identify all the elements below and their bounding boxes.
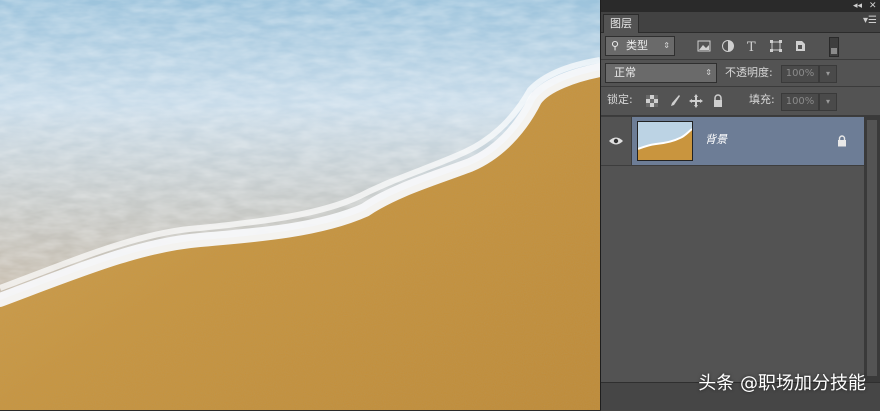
fill-label: 填充:	[749, 93, 775, 106]
lock-label: 锁定:	[607, 93, 633, 106]
filter-kind-label: 类型	[626, 39, 648, 52]
layer-thumbnail[interactable]	[637, 121, 693, 161]
watermark-text: 头条 @职场加分技能	[698, 373, 866, 394]
layers-panel: ◂◂ ✕ 图层 ▾☰ ⚲ 类型 ⇕ T 正常 ⇕ 不透明度: 100% ▾ 锁定…	[600, 0, 880, 411]
panel-tab-bar: 图层 ▾☰	[601, 12, 880, 33]
fill-field[interactable]: 100%	[781, 93, 819, 111]
chevron-updown-icon: ⇕	[705, 68, 712, 77]
filter-row: ⚲ 类型 ⇕ T	[601, 33, 880, 60]
opacity-dropdown-arrow[interactable]: ▾	[819, 65, 837, 83]
image-filter-icon[interactable]	[697, 39, 711, 53]
lock-transparent-pixels-icon[interactable]	[645, 94, 659, 108]
chevron-updown-icon: ⇕	[663, 41, 670, 50]
layer-visibility-toggle[interactable]	[601, 117, 632, 165]
collapse-icon[interactable]: ◂◂	[853, 0, 862, 12]
close-icon[interactable]: ✕	[869, 0, 877, 12]
panel-menu-icon[interactable]: ▾☰	[863, 16, 877, 26]
svg-text:T: T	[747, 40, 756, 53]
panel-title-strip: ◂◂ ✕	[601, 0, 880, 12]
layers-scrollbar[interactable]	[864, 116, 880, 382]
smart-object-filter-icon[interactable]	[793, 39, 807, 53]
lock-position-icon[interactable]	[689, 94, 703, 108]
layer-row-background[interactable]: 背景	[601, 116, 865, 166]
blend-row: 正常 ⇕ 不透明度: 100% ▾	[601, 60, 880, 87]
photo-canvas[interactable]	[0, 0, 600, 410]
layer-name[interactable]: 背景	[705, 131, 727, 147]
fill-dropdown-arrow[interactable]: ▾	[819, 93, 837, 111]
tab-layers[interactable]: 图层	[603, 14, 639, 33]
filter-kind-dropdown[interactable]: ⚲ 类型 ⇕	[605, 36, 675, 56]
eye-icon	[609, 137, 623, 145]
lock-all-icon[interactable]	[711, 94, 725, 108]
lock-image-pixels-icon[interactable]	[667, 94, 681, 108]
layer-lock-icon	[838, 135, 846, 147]
type-filter-icon[interactable]: T	[745, 39, 759, 53]
opacity-label: 不透明度:	[725, 66, 773, 79]
blend-mode-value: 正常	[614, 66, 636, 79]
opacity-field[interactable]: 100%	[781, 65, 819, 83]
filter-toggle-switch[interactable]	[829, 37, 839, 57]
shape-filter-icon[interactable]	[769, 39, 783, 53]
blend-mode-dropdown[interactable]: 正常 ⇕	[605, 63, 717, 83]
adjustment-filter-icon[interactable]	[721, 39, 735, 53]
lock-row: 锁定: 填充: 100% ▾	[601, 87, 880, 116]
search-icon: ⚲	[611, 39, 620, 52]
